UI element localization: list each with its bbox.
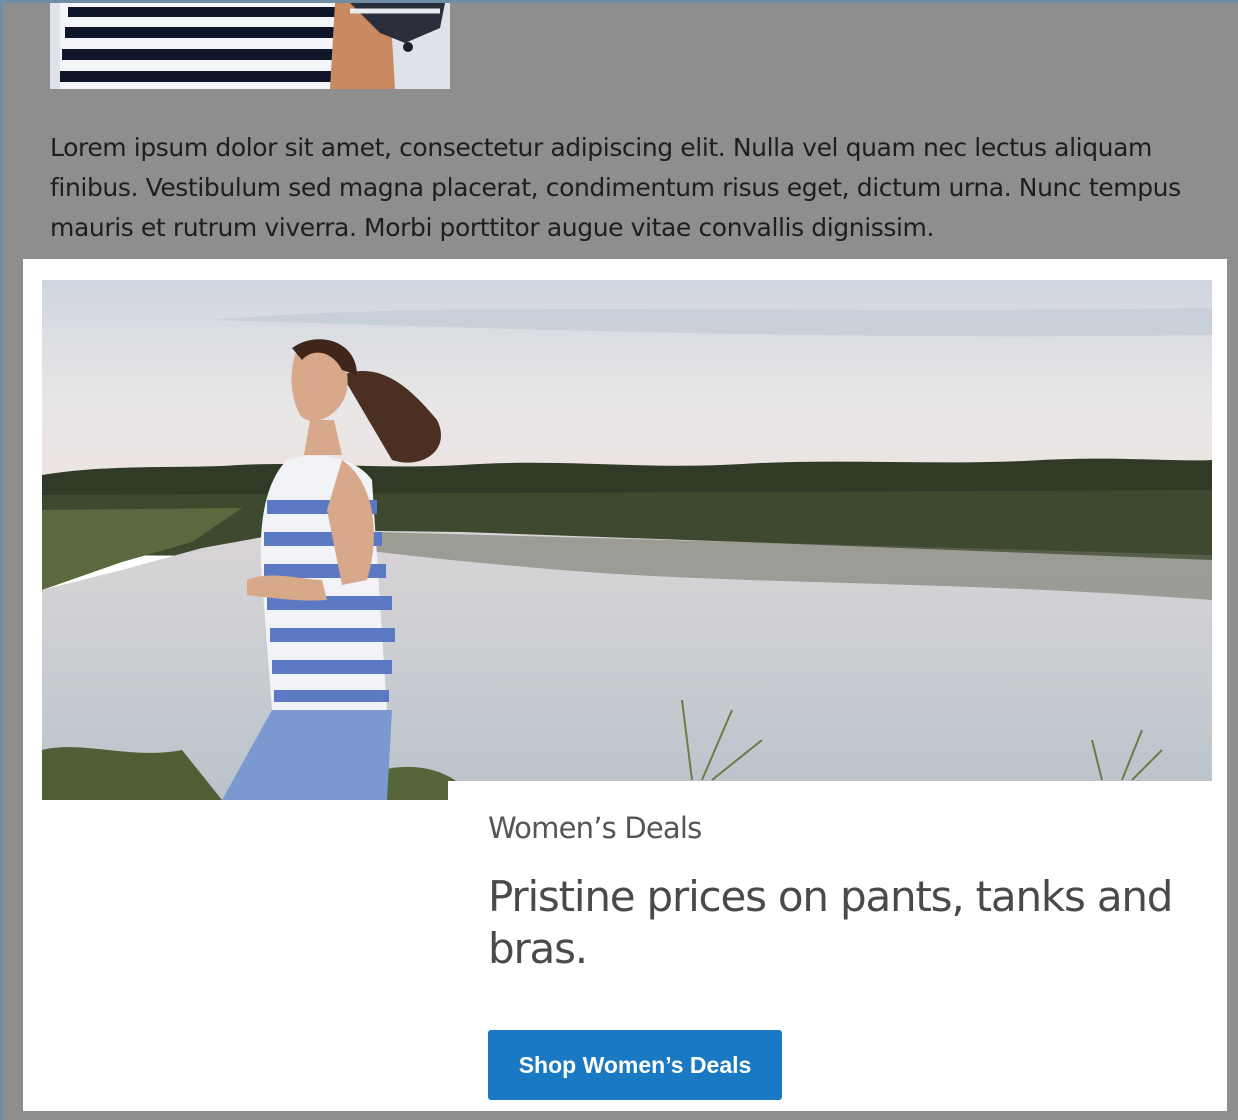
shop-womens-deals-button[interactable]: Shop Women’s Deals xyxy=(488,1030,782,1100)
hero-image xyxy=(42,280,1212,800)
promo-eyebrow: Women’s Deals xyxy=(488,811,702,845)
page-frame: Lorem ipsum dolor sit amet, consectetur … xyxy=(0,0,1238,1120)
intro-paragraph: Lorem ipsum dolor sit amet, consectetur … xyxy=(50,133,1181,242)
promo-content: Women’s Deals Pristine prices on pants, … xyxy=(448,781,1213,1111)
product-image-top xyxy=(50,3,450,89)
promo-card: Women’s Deals Pristine prices on pants, … xyxy=(23,259,1227,1111)
promo-headline: Pristine prices on pants, tanks and bras… xyxy=(488,872,1173,973)
